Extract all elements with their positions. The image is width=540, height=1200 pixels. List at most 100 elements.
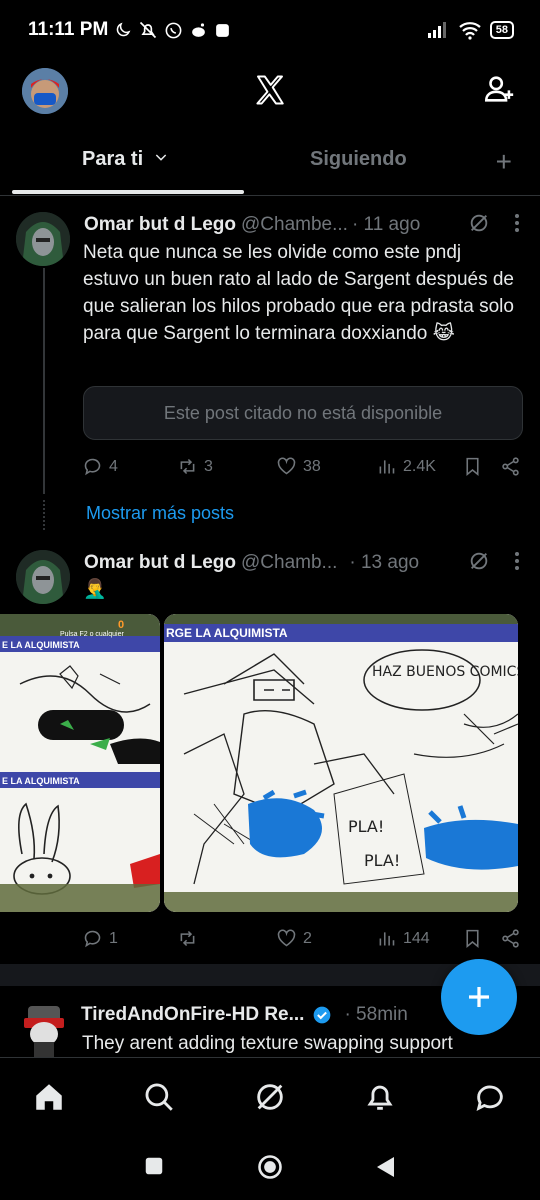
grok-icon[interactable] bbox=[468, 550, 490, 578]
messages-icon[interactable] bbox=[473, 1080, 507, 1114]
repost-button[interactable]: 3 bbox=[177, 456, 213, 477]
like-button[interactable]: 38 bbox=[276, 456, 321, 477]
x-logo-icon[interactable] bbox=[252, 72, 288, 108]
app-square-icon bbox=[214, 22, 231, 39]
plus-icon bbox=[469, 987, 489, 1007]
tab-following[interactable]: Siguiendo bbox=[310, 148, 407, 171]
status-time: 11:11 PM bbox=[28, 19, 109, 40]
post-author-handle[interactable]: @Chamb... bbox=[241, 552, 337, 574]
post-media-image-2[interactable]: RGE LA ALQUIMISTA HAZ BUENOS COMICS, FUR… bbox=[164, 614, 518, 912]
verified-badge-icon bbox=[312, 1005, 332, 1025]
post-author-name[interactable]: Omar but d Lego bbox=[84, 552, 236, 574]
wifi-icon bbox=[458, 20, 482, 40]
whatsapp-icon bbox=[164, 21, 183, 40]
views-count: 144 bbox=[403, 929, 430, 947]
chevron-down-icon[interactable] bbox=[153, 148, 169, 171]
like-count: 2 bbox=[303, 929, 312, 947]
post-text: Neta que nunca se les olvide como este p… bbox=[83, 242, 514, 344]
media-right-sfx-1: PLA! bbox=[348, 817, 384, 836]
media-left-banner-1: E LA ALQUIMISTA bbox=[2, 640, 80, 650]
follow-suggestions-icon[interactable] bbox=[482, 72, 516, 106]
compose-post-button[interactable] bbox=[441, 959, 517, 1035]
notifications-off-icon bbox=[138, 20, 158, 40]
post-author-handle[interactable]: @Chambe... bbox=[241, 214, 348, 236]
back-button[interactable] bbox=[374, 1155, 396, 1184]
share-button[interactable] bbox=[500, 456, 521, 477]
reply-button[interactable]: 1 bbox=[82, 928, 118, 949]
thread-connector-dots bbox=[43, 500, 45, 530]
heart-icon bbox=[277, 929, 296, 947]
notifications-icon[interactable] bbox=[363, 1080, 397, 1114]
tab-for-you[interactable]: Para ti bbox=[82, 148, 169, 171]
bookmark-icon bbox=[466, 457, 479, 477]
app-header bbox=[0, 60, 540, 122]
show-more-posts-link[interactable]: Mostrar más posts bbox=[86, 503, 234, 524]
reply-count: 1 bbox=[109, 929, 118, 947]
like-count: 38 bbox=[303, 457, 321, 475]
signal-icon bbox=[426, 21, 450, 39]
post-author-avatar[interactable] bbox=[16, 212, 70, 266]
reply-button[interactable]: 4 bbox=[82, 456, 118, 477]
media-left-prompt: Pulsa F2 o cualquier bbox=[60, 631, 124, 638]
profile-avatar[interactable] bbox=[22, 68, 68, 114]
views-icon bbox=[379, 460, 395, 474]
tab-for-you-label: Para ti bbox=[82, 148, 144, 170]
reply-icon bbox=[84, 458, 101, 476]
grok-icon[interactable] bbox=[468, 212, 490, 240]
home-icon[interactable] bbox=[32, 1080, 66, 1114]
moon-icon bbox=[114, 21, 132, 39]
post-author-name[interactable]: TiredAndOnFire-HD Re... bbox=[81, 1004, 304, 1026]
grok-icon[interactable] bbox=[253, 1080, 287, 1114]
views-count: 2.4K bbox=[403, 457, 436, 475]
battery-icon: 58 bbox=[489, 21, 514, 39]
more-options-icon[interactable] bbox=[514, 551, 520, 577]
post-1[interactable]: Omar but d Lego @Chambe... · 11 ago Neta… bbox=[0, 200, 540, 500]
post-header: Omar but d Lego @Chambe... · 11 ago bbox=[84, 212, 520, 238]
reply-icon bbox=[84, 930, 101, 948]
heart-icon bbox=[277, 457, 296, 475]
post-author-avatar[interactable] bbox=[20, 1002, 68, 1058]
reddit-icon bbox=[189, 21, 208, 40]
post-text: 🤦‍♂️ bbox=[83, 579, 107, 600]
repost-button[interactable] bbox=[177, 928, 204, 949]
bookmark-button[interactable] bbox=[462, 928, 483, 949]
media-right-sfx-2: PLA! bbox=[364, 851, 400, 870]
quoted-post-unavailable: Este post citado no está disponible bbox=[83, 386, 523, 440]
views-button[interactable]: 2.4K bbox=[376, 456, 436, 477]
media-left-counter: 0 bbox=[118, 619, 124, 631]
post-timestamp: · 58min bbox=[344, 1004, 408, 1025]
bottom-navigation bbox=[0, 1057, 540, 1139]
bookmark-icon bbox=[466, 929, 479, 949]
post-header-icons bbox=[468, 550, 520, 578]
views-icon bbox=[379, 932, 395, 946]
thread-line bbox=[43, 268, 45, 494]
post-header: Omar but d Lego @Chamb... · 13 ago bbox=[84, 550, 520, 576]
views-button[interactable]: 144 bbox=[376, 928, 430, 949]
like-button[interactable]: 2 bbox=[276, 928, 312, 949]
recents-button[interactable] bbox=[143, 1155, 165, 1182]
post-timestamp: · 13 ago bbox=[349, 552, 420, 573]
media-right-speech: HAZ BUENOS COMICS, FURRA bbox=[372, 664, 518, 680]
share-button[interactable] bbox=[500, 928, 521, 949]
tab-active-indicator bbox=[12, 190, 244, 194]
media-left-banner-2: E LA ALQUIMISTA bbox=[2, 776, 80, 786]
add-tab-button[interactable]: + bbox=[496, 146, 512, 178]
post-timestamp: · 11 ago bbox=[351, 214, 421, 235]
post-actions: 4 3 38 2.4K bbox=[82, 456, 522, 482]
post-author-avatar[interactable] bbox=[16, 550, 70, 604]
system-navigation-bar bbox=[0, 1139, 540, 1200]
search-icon[interactable] bbox=[142, 1080, 176, 1114]
status-left: 11:11 PM bbox=[28, 19, 231, 41]
status-bar: 11:11 PM 58 bbox=[0, 0, 540, 60]
post-author-name[interactable]: Omar but d Lego bbox=[84, 214, 236, 236]
share-icon bbox=[502, 929, 519, 948]
home-system-button[interactable] bbox=[256, 1153, 284, 1186]
post-actions: 1 2 144 bbox=[82, 928, 522, 954]
status-right: 58 bbox=[426, 20, 514, 40]
post-media-image-1[interactable]: E LA ALQUIMISTA Pulsa F2 o cualquier 0 E… bbox=[0, 614, 160, 912]
more-options-icon[interactable] bbox=[514, 213, 520, 239]
media-right-banner: RGE LA ALQUIMISTA bbox=[166, 626, 288, 640]
repost-icon bbox=[180, 458, 195, 475]
bookmark-button[interactable] bbox=[462, 456, 483, 477]
post-text: They arent adding texture swapping suppo… bbox=[82, 1033, 453, 1054]
